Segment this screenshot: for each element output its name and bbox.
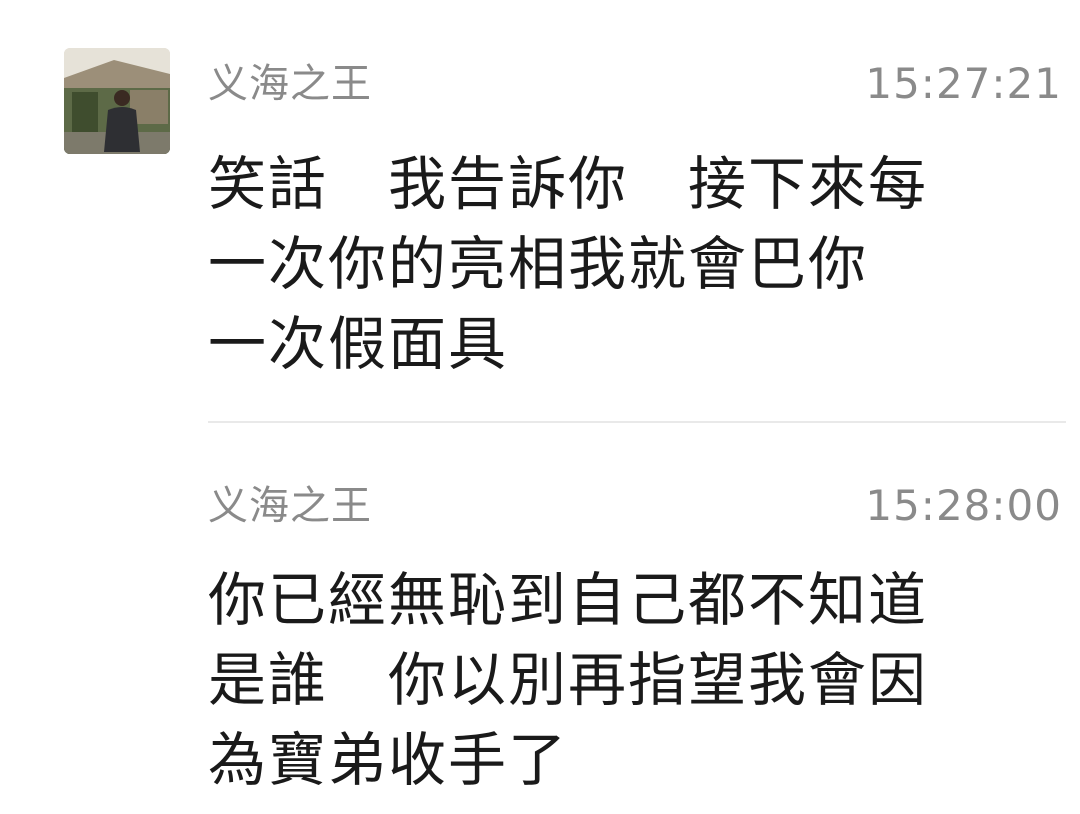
sender-name: 义海之王 (208, 61, 372, 107)
message-line: 一次假面具 (208, 310, 509, 378)
message-line: 笑話 我告訴你 接下來每 (208, 150, 929, 218)
message-divider (208, 421, 1066, 423)
avatar-photo (64, 48, 170, 154)
chat-message[interactable]: 义海之王 15:27:21 笑話 我告訴你 接下來每 一次你的亮相我就會巴你 一… (0, 40, 1080, 420)
message-text[interactable]: 你已經無恥到自己都不知道 是誰 你以別再指望我會因 為寶弟收手了 (208, 560, 980, 800)
sender-name: 义海之王 (208, 483, 372, 529)
message-timestamp: 15:28:00 (865, 481, 1062, 530)
user-avatar[interactable] (64, 48, 170, 154)
message-text[interactable]: 笑話 我告訴你 接下來每 一次你的亮相我就會巴你 一次假面具 (208, 144, 980, 384)
chat-message[interactable]: 义海之王 15:28:00 你已經無恥到自己都不知道 是誰 你以別再指望我會因 … (0, 460, 1080, 814)
message-line: 你已經無恥到自己都不知道 (208, 566, 929, 634)
message-line: 為寶弟收手了 (208, 726, 569, 794)
chat-history: 义海之王 15:27:21 笑話 我告訴你 接下來每 一次你的亮相我就會巴你 一… (0, 0, 1080, 814)
message-timestamp: 15:27:21 (865, 59, 1062, 108)
message-line: 一次你的亮相我就會巴你 (208, 230, 869, 298)
message-line: 是誰 你以別再指望我會因 (208, 646, 929, 714)
